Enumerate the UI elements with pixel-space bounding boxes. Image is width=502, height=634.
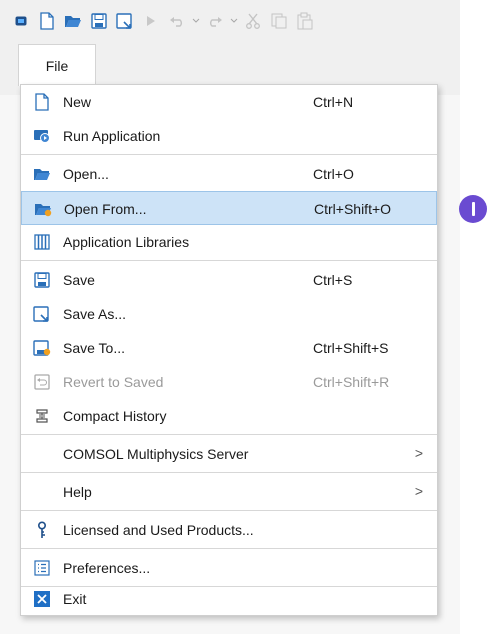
menu-item-label: Save To... [63,340,126,356]
save-icon[interactable] [86,8,112,34]
chevron-right-icon: > [414,483,423,499]
menu-item-licensed-products[interactable]: Licensed and Used Products... [21,513,437,547]
menu-item-help[interactable]: Help > [21,475,437,509]
undo-icon[interactable] [164,8,190,34]
notification-badge[interactable] [459,195,487,223]
cut-icon[interactable] [240,8,266,34]
menu-item-label: Licensed and Used Products... [63,522,254,538]
run-application-icon [33,127,51,145]
compact-history-icon [33,407,51,425]
menu-item-label: New [63,94,92,110]
menu-separator [21,472,437,473]
menu-separator [21,510,437,511]
menu-separator [21,260,437,261]
menu-item-save-as[interactable]: Save As... [21,297,437,331]
open-icon[interactable] [60,8,86,34]
menu-item-run-application[interactable]: Run Application [21,119,437,153]
menu-item-label: Open From... [64,201,147,217]
menu-separator [21,548,437,549]
menu-item-open-from[interactable]: Open From... Ctrl+Shift+O [21,191,437,225]
menu-item-label: Revert to Saved [63,374,164,390]
menu-item-shortcut: Ctrl+Shift+R [313,374,390,390]
menu-item-label: Compact History [63,408,167,424]
save-icon [33,271,51,289]
menu-item-preferences[interactable]: Preferences... [21,551,437,585]
menu-item-shortcut: Ctrl+Shift+O [314,201,392,217]
open-icon [33,165,51,183]
new-icon [33,93,51,111]
menu-item-shortcut: Ctrl+S [313,272,353,288]
close-icon [33,590,51,608]
menu-item-comsol-server[interactable]: COMSOL Multiphysics Server > [21,437,437,471]
save-as-icon [33,305,51,323]
menu-item-label: Save As... [63,306,127,322]
file-menu: New Ctrl+N Run Application Open... Ctrl+… [20,84,438,616]
menu-item-compact-history[interactable]: Compact History [21,399,437,433]
menu-item-open[interactable]: Open... Ctrl+O [21,157,437,191]
menu-item-save-to[interactable]: Save To... Ctrl+Shift+S [21,331,437,365]
menu-item-label: Application Libraries [63,234,190,250]
menu-item-save[interactable]: Save Ctrl+S [21,263,437,297]
file-tab[interactable]: File [18,44,96,86]
copy-icon[interactable] [266,8,292,34]
menu-separator [21,434,437,435]
menu-item-new[interactable]: New Ctrl+N [21,85,437,119]
app-icon[interactable] [8,8,34,34]
top-bar: File [0,0,460,95]
save-to-icon [33,339,51,357]
revert-icon [33,373,51,391]
save-as-icon[interactable] [112,8,138,34]
redo-icon[interactable] [202,8,228,34]
redo-dropdown-icon[interactable] [228,8,240,34]
menu-item-label: Help [63,484,92,500]
quick-access-toolbar [8,8,318,34]
menu-item-shortcut: Ctrl+O [313,166,354,182]
menu-separator [21,154,437,155]
paste-icon[interactable] [292,8,318,34]
menu-item-label: COMSOL Multiphysics Server [63,446,249,462]
chevron-right-icon: > [414,445,423,461]
menu-item-shortcut: Ctrl+N [313,94,354,110]
menu-item-shortcut: Ctrl+Shift+S [313,340,389,356]
menu-item-label: Save [63,272,95,288]
menu-item-label: Preferences... [63,560,151,576]
open-from-icon [34,200,52,218]
menu-item-application-libraries[interactable]: Application Libraries [21,225,437,259]
preferences-icon [33,559,51,577]
new-icon[interactable] [34,8,60,34]
run-icon[interactable] [138,8,164,34]
application-libraries-icon [33,233,51,251]
key-icon [33,521,51,539]
badge-mark [471,202,475,216]
menu-item-label: Exit [63,591,87,607]
menu-item-label: Run Application [63,128,161,144]
undo-dropdown-icon[interactable] [190,8,202,34]
menu-item-label: Open... [63,166,109,182]
menu-item-revert-to-saved[interactable]: Revert to Saved Ctrl+Shift+R [21,365,437,399]
menu-item-exit[interactable]: Exit [21,582,437,616]
